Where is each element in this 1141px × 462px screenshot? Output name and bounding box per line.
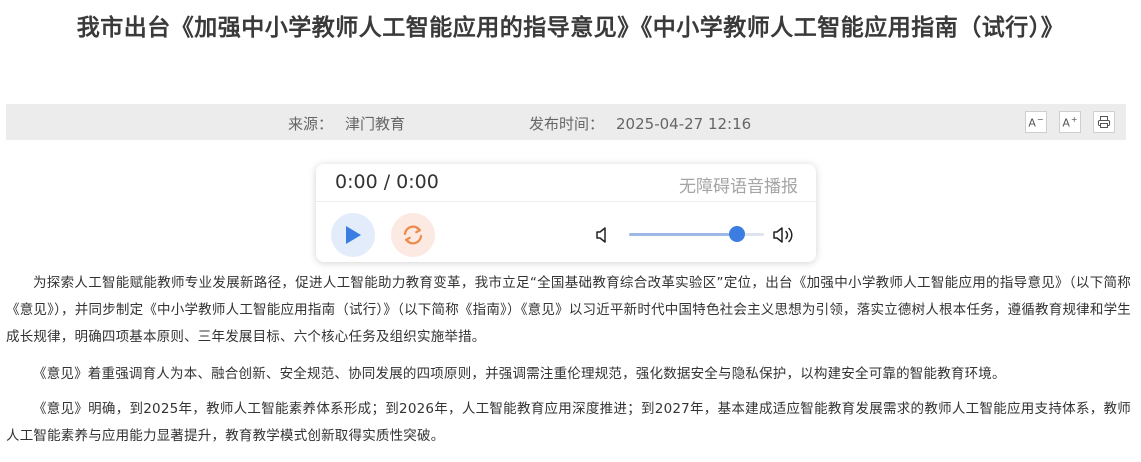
loop-button[interactable]: [391, 213, 435, 257]
article-body: 为探索人工智能赋能教师专业发展新路径，促进人工智能助力教育变革，我市立足“全国基…: [6, 270, 1131, 450]
date-value: 2025-04-27 12:16: [616, 115, 752, 133]
article-paragraph: 为探索人工智能赋能教师专业发展新路径，促进人工智能助力教育变革，我市立足“全国基…: [6, 275, 1131, 345]
mute-button[interactable]: [595, 226, 611, 248]
font-decrease-button[interactable]: A−: [1025, 111, 1047, 133]
article-paragraph: 《意见》着重强调育人为本、融合创新、安全规范、协同发展的四项原则，并强调需注重伦…: [33, 366, 1006, 382]
volume-max-button[interactable]: [772, 224, 798, 250]
font-increase-button[interactable]: A+: [1059, 111, 1081, 133]
volume-slider[interactable]: [629, 226, 764, 242]
play-button[interactable]: [331, 213, 375, 257]
accessible-audio-label: 无障碍语音播报: [679, 177, 798, 197]
volume-knob[interactable]: [729, 226, 745, 242]
article-meta-bar: 来源： 津门教育 发布时间： 2025-04-27 12:16 A− A+: [6, 104, 1126, 140]
article-date: 发布时间： 2025-04-27 12:16: [529, 113, 751, 134]
article-paragraph: 《意见》明确，到2025年，教师人工智能素养体系形成；到2026年，人工智能教育…: [6, 401, 1131, 444]
volume-fill: [629, 233, 737, 236]
playback-time: 0:00 / 0:00: [335, 171, 439, 193]
play-icon: [346, 226, 361, 244]
source-value: 津门教育: [345, 115, 406, 133]
player-header: 0:00 / 0:00 无障碍语音播报: [316, 164, 816, 202]
loop-icon: [403, 225, 423, 245]
print-button[interactable]: [1093, 111, 1115, 133]
date-label: 发布时间：: [529, 115, 605, 133]
page-title: 我市出台《加强中小学教师人工智能应用的指导意见》《中小学教师人工智能应用指南（试…: [76, 15, 1065, 41]
audio-player: 0:00 / 0:00 无障碍语音播报: [316, 164, 816, 262]
source-label: 来源：: [288, 115, 334, 133]
article-source: 来源： 津门教育: [288, 113, 405, 134]
font-decrease-icon: A−: [1028, 114, 1044, 130]
font-increase-icon: A+: [1062, 114, 1078, 130]
print-icon: [1098, 116, 1110, 128]
speaker-high-icon: [773, 227, 793, 243]
speaker-low-icon: [596, 227, 606, 243]
